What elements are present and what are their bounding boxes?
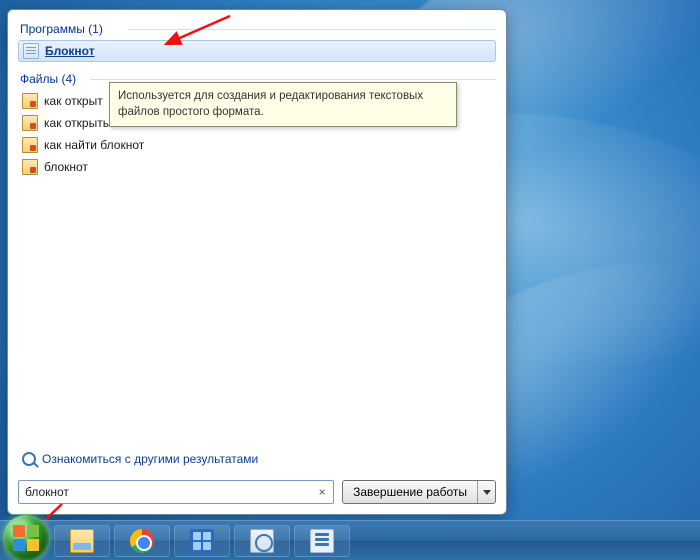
grid-icon: [190, 529, 214, 553]
result-label: как найти блокнот: [44, 138, 144, 152]
search-input[interactable]: [25, 485, 315, 499]
result-item-file[interactable]: блокнот: [18, 156, 496, 178]
result-label: как открыт: [44, 94, 103, 108]
search-box[interactable]: ×: [18, 480, 334, 504]
start-menu-bottom-row: × Завершение работы: [8, 472, 506, 514]
taskbar-item-panel[interactable]: [174, 525, 230, 557]
result-label: Блокнот: [45, 44, 95, 58]
explorer-icon: [70, 529, 94, 553]
shutdown-options-arrow[interactable]: [477, 481, 495, 503]
clear-search-icon[interactable]: ×: [315, 485, 329, 499]
taskbar-item-explorer[interactable]: [54, 525, 110, 557]
shutdown-button[interactable]: Завершение работы: [342, 480, 496, 504]
file-icon: [22, 159, 38, 175]
file-icon: [22, 115, 38, 131]
result-item-notepad[interactable]: Блокнот: [18, 40, 496, 62]
tooltip-text: Используется для создания и редактирован…: [118, 90, 423, 118]
start-button[interactable]: [3, 515, 49, 560]
divider: [128, 29, 496, 30]
control-panel-icon: [250, 529, 274, 553]
divider: [90, 79, 496, 80]
taskbar-item-control[interactable]: [234, 525, 290, 557]
search-results: Программы (1) Блокнот Файлы (4) как откр…: [8, 10, 506, 444]
file-icon: [22, 93, 38, 109]
chevron-down-icon: [483, 490, 491, 495]
more-results-label: Ознакомиться с другими результатами: [42, 452, 258, 466]
result-item-file[interactable]: как найти блокнот: [18, 134, 496, 156]
taskbar-item-chrome[interactable]: [114, 525, 170, 557]
shutdown-label: Завершение работы: [343, 481, 477, 503]
group-header-programs: Программы (1): [20, 22, 496, 36]
taskbar-item-utility[interactable]: [294, 525, 350, 557]
utility-icon: [310, 529, 334, 553]
more-results-link[interactable]: Ознакомиться с другими результатами: [8, 444, 506, 472]
taskbar: [0, 520, 700, 560]
group-label: Файлы (4): [20, 72, 76, 86]
search-icon: [22, 452, 36, 466]
result-label: блокнот: [44, 160, 88, 174]
chrome-icon: [130, 529, 154, 553]
tooltip: Используется для создания и редактирован…: [109, 82, 457, 127]
group-label: Программы (1): [20, 22, 103, 36]
notepad-icon: [23, 43, 39, 59]
file-icon: [22, 137, 38, 153]
